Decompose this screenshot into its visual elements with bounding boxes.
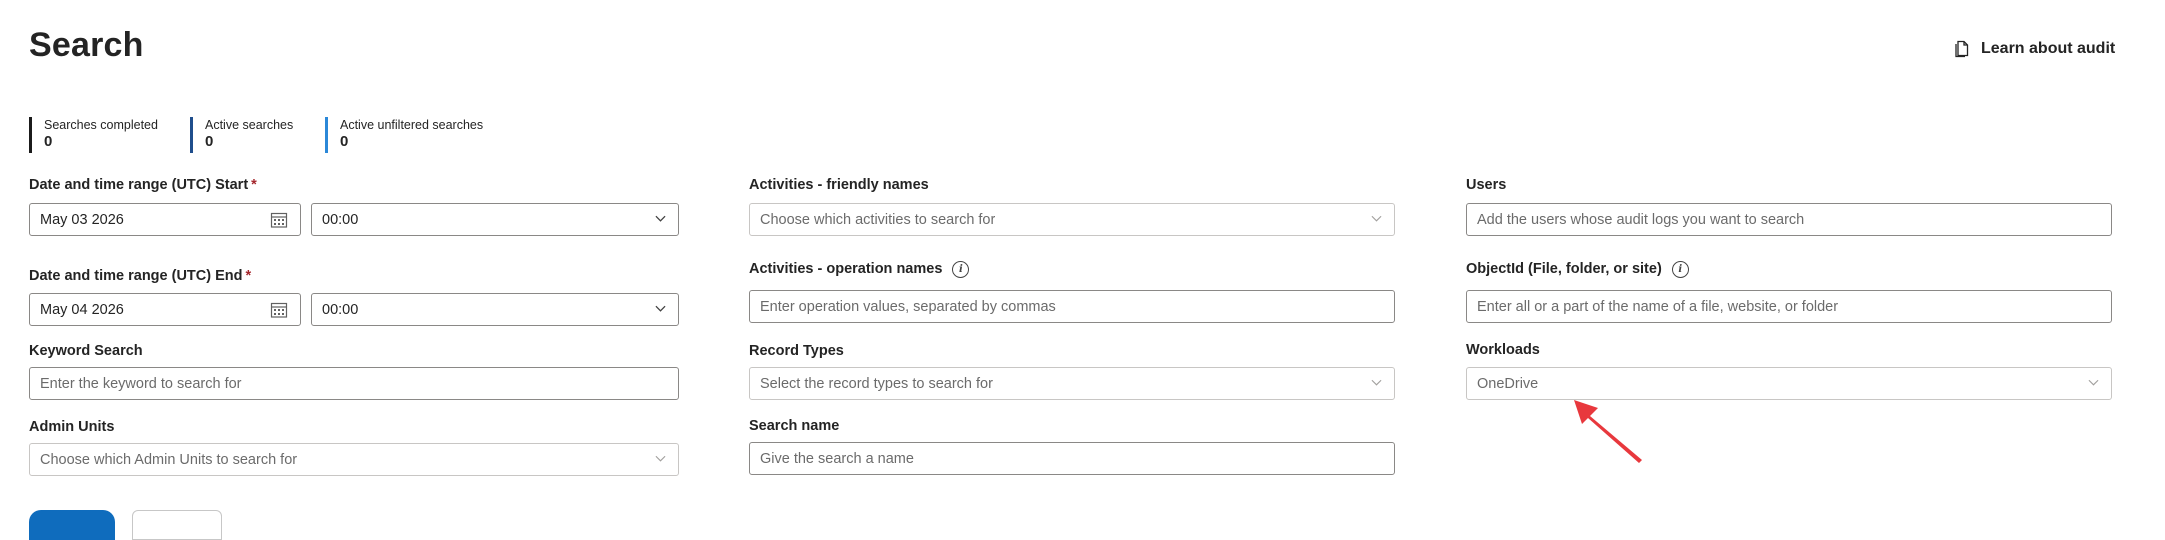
activities-operation-placeholder: Enter operation values, separated by com…: [760, 298, 1056, 315]
stat-value: 0: [340, 133, 349, 150]
start-time-dropdown[interactable]: 00:00: [311, 203, 679, 236]
workloads-label: Workloads: [1466, 342, 1540, 358]
start-date-value: May 03 2026: [40, 211, 124, 228]
record-types-dropdown[interactable]: Select the record types to search for: [749, 367, 1395, 400]
admin-units-dropdown[interactable]: Choose which Admin Units to search for: [29, 443, 679, 476]
end-date-label: Date and time range (UTC) End *: [29, 268, 251, 284]
search-name-label: Search name: [749, 418, 840, 434]
users-input[interactable]: Add the users whose audit logs you want …: [1466, 203, 2112, 236]
activities-operation-label-text: Activities - operation names: [749, 261, 943, 277]
workloads-value: OneDrive: [1477, 375, 1539, 392]
required-marker: *: [245, 268, 252, 284]
chevron-down-icon: [655, 455, 666, 462]
activities-friendly-label: Activities - friendly names: [749, 177, 929, 193]
stat-label: Searches completed: [44, 118, 158, 132]
learn-about-audit-link[interactable]: Learn about audit: [1955, 40, 2115, 58]
start-time-value: 00:00: [322, 211, 359, 228]
users-placeholder: Add the users whose audit logs you want …: [1477, 211, 1805, 228]
admin-units-placeholder: Choose which Admin Units to search for: [40, 451, 298, 468]
stat-value: 0: [205, 133, 214, 150]
keyword-search-placeholder: Enter the keyword to search for: [40, 375, 242, 392]
users-label: Users: [1466, 177, 1507, 193]
stat-label: Active searches: [205, 118, 294, 132]
stat-value: 0: [44, 133, 53, 150]
activities-operation-label: Activities - operation names i: [749, 261, 970, 278]
activities-friendly-placeholder: Choose which activities to search for: [760, 211, 996, 228]
end-date-label-text: Date and time range (UTC) End: [29, 268, 243, 284]
chevron-down-icon: [2088, 379, 2099, 386]
learn-about-audit-label: Learn about audit: [1981, 40, 2116, 57]
end-date-value: May 04 2026: [40, 301, 124, 318]
stat-active-unfiltered-searches: Active unfiltered searches 0: [325, 117, 483, 153]
search-name-input[interactable]: Give the search a name: [749, 442, 1395, 475]
stat-searches-completed: Searches completed 0: [29, 117, 158, 153]
calendar-icon[interactable]: [270, 211, 288, 229]
arrow-annotation: [1574, 400, 1642, 463]
start-date-label: Date and time range (UTC) Start *: [29, 177, 257, 193]
stat-active-searches: Active searches 0: [190, 117, 293, 153]
start-date-label-text: Date and time range (UTC) Start: [29, 177, 249, 193]
admin-units-label: Admin Units: [29, 419, 115, 435]
search-name-placeholder: Give the search a name: [760, 450, 914, 467]
keyword-search-label: Keyword Search: [29, 343, 143, 359]
stat-label: Active unfiltered searches: [340, 118, 484, 132]
info-icon[interactable]: i: [952, 261, 970, 278]
info-icon[interactable]: i: [1671, 261, 1689, 278]
chevron-down-icon: [1371, 215, 1382, 222]
objectid-label-text: ObjectId (File, folder, or site): [1466, 261, 1662, 277]
activities-friendly-dropdown[interactable]: Choose which activities to search for: [749, 203, 1395, 236]
clear-button[interactable]: [132, 510, 222, 540]
chevron-down-icon: [655, 305, 666, 312]
search-button[interactable]: [29, 510, 115, 540]
calendar-icon[interactable]: [270, 301, 288, 319]
page-title: Search: [29, 26, 144, 64]
end-time-value: 00:00: [322, 301, 359, 318]
objectid-input[interactable]: Enter all or a part of the name of a fil…: [1466, 290, 2112, 323]
objectid-placeholder: Enter all or a part of the name of a fil…: [1477, 298, 1839, 315]
keyword-search-input[interactable]: Enter the keyword to search for: [29, 367, 679, 400]
document-icon: [1955, 40, 1969, 58]
activities-operation-input[interactable]: Enter operation values, separated by com…: [749, 290, 1395, 323]
objectid-label: ObjectId (File, folder, or site) i: [1466, 261, 1689, 278]
end-time-dropdown[interactable]: 00:00: [311, 293, 679, 326]
required-marker: *: [251, 177, 257, 193]
chevron-down-icon: [1371, 379, 1382, 386]
chevron-down-icon: [655, 215, 666, 222]
record-types-placeholder: Select the record types to search for: [760, 375, 993, 392]
start-date-picker[interactable]: May 03 2026: [29, 203, 301, 236]
record-types-label: Record Types: [749, 343, 844, 359]
end-date-picker[interactable]: May 04 2026: [29, 293, 301, 326]
